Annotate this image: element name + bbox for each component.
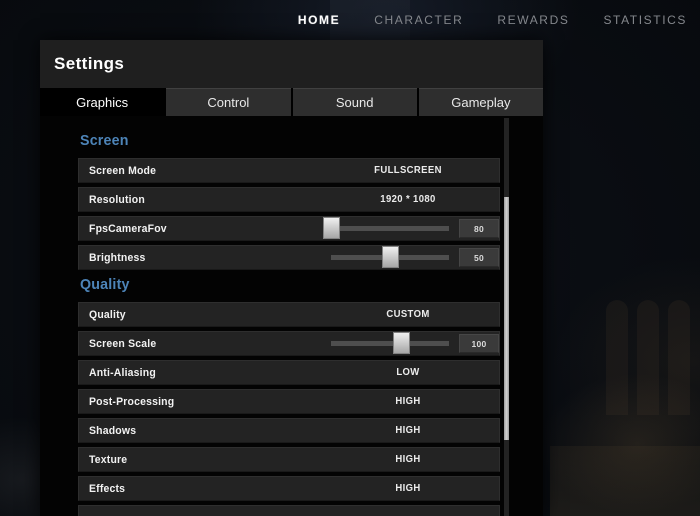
tab-control[interactable]: Control xyxy=(166,88,290,116)
arch-shape xyxy=(606,300,628,415)
slider-value-badge: 100 xyxy=(459,334,499,353)
settings-row[interactable]: Resolution 1920 * 1080 xyxy=(78,187,500,212)
row-value: LOW xyxy=(320,367,497,378)
row-label: Post-Processing xyxy=(89,396,174,408)
row-value: HIGH xyxy=(320,396,497,407)
settings-row[interactable]: Post-Processing HIGH xyxy=(78,389,500,414)
slider-handle[interactable] xyxy=(382,246,399,268)
top-nav: HOME CHARACTER REWARDS STATISTICS xyxy=(298,13,687,27)
row-label: FpsCameraFov xyxy=(89,223,167,235)
nav-item-home[interactable]: HOME xyxy=(298,13,340,27)
arch-shape xyxy=(637,300,659,415)
panel-title: Settings xyxy=(54,54,124,74)
tab-gameplay[interactable]: Gameplay xyxy=(419,88,543,116)
row-label: Texture xyxy=(89,454,127,466)
settings-row[interactable]: Screen Mode FULLSCREEN xyxy=(78,158,500,183)
scrollbar-thumb[interactable] xyxy=(504,197,509,440)
settings-content: Screen Screen Mode FULLSCREEN Resolution… xyxy=(40,116,543,516)
settings-row[interactable]: Anti-Aliasing LOW xyxy=(78,360,500,385)
scrollbar-track[interactable] xyxy=(504,118,509,516)
slider-value-badge: 80 xyxy=(459,219,499,238)
row-label: Effects xyxy=(89,483,125,495)
background-crates-art xyxy=(550,446,700,516)
row-value: HIGH xyxy=(320,454,497,465)
slider-handle[interactable] xyxy=(393,332,410,354)
slider-handle[interactable] xyxy=(323,217,340,239)
row-label: Resolution xyxy=(89,194,145,206)
row-label: Shadows xyxy=(89,425,136,437)
row-label: Brightness xyxy=(89,252,145,264)
row-value: CUSTOM xyxy=(320,309,497,320)
settings-row[interactable]: Screen Scale 100 xyxy=(78,331,500,356)
slider-track[interactable] xyxy=(331,226,449,231)
tab-bar: GraphicsControlSoundGameplay xyxy=(40,88,543,116)
row-value: 1920 * 1080 xyxy=(320,194,497,205)
tab-graphics[interactable]: Graphics xyxy=(40,88,164,116)
settings-row[interactable]: Quality CUSTOM xyxy=(78,302,500,327)
row-value: HIGH xyxy=(320,425,497,436)
row-label: Anti-Aliasing xyxy=(89,367,156,379)
settings-panel: Settings GraphicsControlSoundGameplay Sc… xyxy=(40,40,543,516)
settings-row[interactable]: Brightness 50 xyxy=(78,245,500,270)
tab-sound[interactable]: Sound xyxy=(293,88,417,116)
nav-item-character[interactable]: CHARACTER xyxy=(374,13,463,27)
settings-row[interactable]: Texture HIGH xyxy=(78,447,500,472)
nav-item-rewards[interactable]: REWARDS xyxy=(497,13,569,27)
row-value: FULLSCREEN xyxy=(320,165,497,176)
slider-track[interactable] xyxy=(331,255,449,260)
settings-row[interactable]: FpsCameraFov 80 xyxy=(78,216,500,241)
nav-item-statistics[interactable]: STATISTICS xyxy=(603,13,687,27)
slider-value-badge: 50 xyxy=(459,248,499,267)
settings-row[interactable]: Shadows HIGH xyxy=(78,418,500,443)
arch-shape xyxy=(668,300,690,415)
row-label: Screen Scale xyxy=(89,338,156,350)
panel-header: Settings xyxy=(40,40,543,88)
row-label: Screen Mode xyxy=(89,165,156,177)
section-title: Screen xyxy=(80,132,520,150)
background-arches-art xyxy=(606,300,690,415)
settings-row[interactable]: Effects HIGH xyxy=(78,476,500,501)
slider-track[interactable] xyxy=(331,341,449,346)
row-label: Quality xyxy=(89,309,126,321)
row-value: HIGH xyxy=(320,483,497,494)
game-screen: { "nav": { "items": [ {"label": "HOME", … xyxy=(0,0,700,516)
section-title: Quality xyxy=(80,276,520,294)
settings-row-partial[interactable] xyxy=(78,505,500,516)
